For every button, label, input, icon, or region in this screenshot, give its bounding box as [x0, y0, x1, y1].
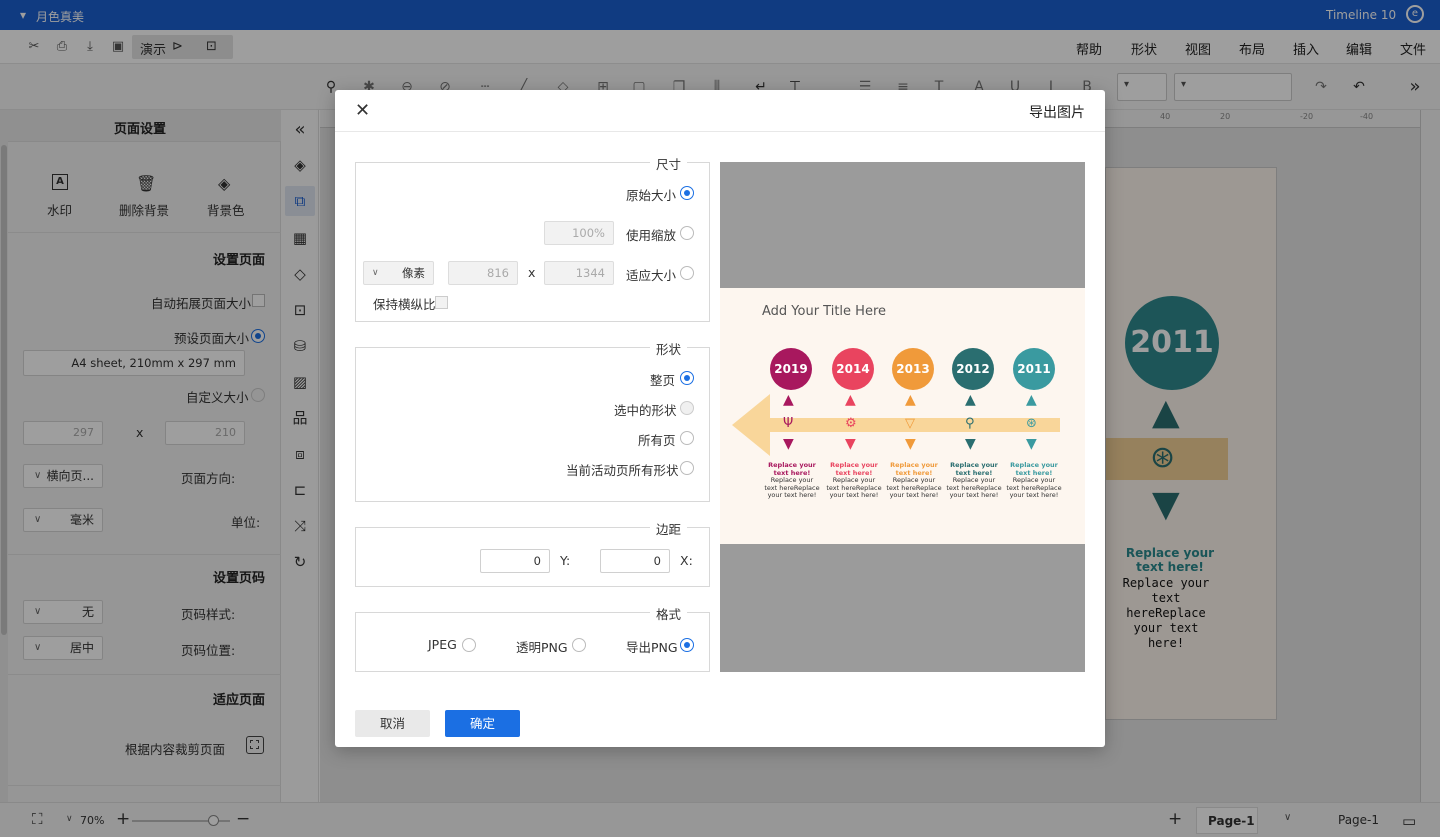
all-pages-radio[interactable]	[680, 431, 694, 445]
use-scale-label: 使用缩放	[626, 228, 677, 243]
original-size-radio[interactable]	[680, 186, 694, 200]
preview-caption-body: Replace your text hereReplace your text …	[764, 476, 820, 499]
export-preview: Add Your Title Here 2011 2012 2013 2014 …	[720, 162, 1085, 672]
times-label: x	[528, 265, 536, 280]
current-page-shapes-radio[interactable]	[680, 461, 694, 475]
year-circle-2012: 2012	[952, 348, 994, 390]
divider	[335, 131, 1105, 132]
preview-caption-body: Replace your text hereReplace your text …	[886, 476, 942, 499]
scale-field[interactable]: 100%	[544, 221, 614, 245]
margin-x-field[interactable]: 0	[600, 549, 670, 573]
fit-size-radio[interactable]	[680, 266, 694, 280]
use-scale-radio[interactable]	[680, 226, 694, 240]
chevron-up-icon: ▲	[845, 392, 856, 408]
year-circle-2011: 2011	[1013, 348, 1055, 390]
unit-value: 像素	[402, 266, 425, 280]
export-width-field[interactable]: 1344	[544, 261, 614, 285]
preview-caption-body: Replace your text hereReplace your text …	[946, 476, 1002, 499]
preview-caption-head: Replace your text here!	[950, 461, 998, 477]
chevron-up-icon: ▲	[905, 392, 916, 408]
close-icon[interactable]: ✕	[355, 100, 370, 121]
shape-fieldset: 形状 整页 选中的形状 所有页 当前活动页所有形状	[355, 339, 710, 502]
all-pages-label: 所有页	[638, 433, 676, 448]
preview-caption-head: Replace your text here!	[768, 461, 816, 477]
jpeg-label: JPEG	[428, 637, 457, 652]
png-label: 导出PNG	[626, 640, 678, 655]
chevron-down-icon: ▼	[783, 436, 794, 452]
preview-title: Add Your Title Here	[762, 304, 887, 319]
ok-button[interactable]: 确定	[445, 710, 520, 737]
margin-fieldset: 边距 X: 0 Y: 0	[355, 519, 710, 587]
export-height-field[interactable]: 816	[448, 261, 518, 285]
keep-ratio-checkbox[interactable]	[435, 296, 448, 309]
year-circle-2014: 2014	[832, 348, 874, 390]
whole-page-label: 整页	[650, 373, 676, 388]
bicycle-icon: ⚲	[965, 416, 975, 431]
size-legend: 尺寸	[650, 154, 688, 173]
preview-caption-body: Replace your text hereReplace your text …	[1006, 476, 1062, 499]
jpeg-radio[interactable]	[462, 638, 476, 652]
keep-ratio-label: 保持横纵比	[373, 297, 436, 312]
original-size-label: 原始大小	[626, 188, 677, 203]
cancel-button[interactable]: 取消	[355, 710, 430, 737]
unit-select[interactable]: ∨ 像素	[363, 261, 434, 285]
margin-x-label: X:	[680, 553, 693, 568]
export-image-dialog: 导出图片 ✕ 尺寸 原始大小 使用缩放 100% 适应大小 1344 x 816…	[335, 90, 1105, 747]
chevron-down-icon: ∨	[372, 268, 379, 278]
basketball-icon: ⊛	[1026, 416, 1037, 431]
year-circle-2019: 2019	[770, 348, 812, 390]
png-radio[interactable]	[680, 638, 694, 652]
whole-page-radio[interactable]	[680, 371, 694, 385]
chevron-down-icon: ▼	[845, 436, 856, 452]
chevron-down-icon: ▼	[1026, 436, 1037, 452]
current-page-shapes-label: 当前活动页所有形状	[566, 463, 679, 478]
transparent-png-label: 透明PNG	[516, 640, 568, 655]
year-circle-2013: 2013	[892, 348, 934, 390]
margin-y-field[interactable]: 0	[480, 549, 550, 573]
size-fieldset: 尺寸 原始大小 使用缩放 100% 适应大小 1344 x 816 ∨ 像素 保…	[355, 154, 710, 322]
chevron-down-icon: ▼	[965, 436, 976, 452]
fit-size-label: 适应大小	[626, 268, 677, 283]
selected-shapes-label: 选中的形状	[614, 403, 677, 418]
margin-legend: 边距	[650, 519, 688, 538]
chevron-up-icon: ▲	[783, 392, 794, 408]
format-fieldset: 格式 导出PNG 透明PNG JPEG	[355, 604, 710, 672]
preview-caption-body: Replace your text hereReplace your text …	[826, 476, 882, 499]
margin-y-label: Y:	[560, 553, 571, 568]
chevron-up-icon: ▲	[1026, 392, 1037, 408]
arrow-head-icon	[732, 394, 770, 456]
shape-legend: 形状	[650, 339, 688, 358]
gear-icon: ⚙	[845, 416, 857, 431]
chevron-up-icon: ▲	[965, 392, 976, 408]
dialog-title: 导出图片	[1029, 105, 1085, 121]
cocktail-icon: ▽	[905, 416, 915, 431]
preview-image: Add Your Title Here 2011 2012 2013 2014 …	[720, 288, 1085, 544]
trident-icon: Ψ	[783, 416, 794, 431]
chevron-down-icon: ▼	[905, 436, 916, 452]
format-legend: 格式	[650, 604, 688, 623]
preview-caption-head: Replace your text here!	[1010, 461, 1058, 477]
selected-shapes-radio[interactable]	[680, 401, 694, 415]
transparent-png-radio[interactable]	[572, 638, 586, 652]
preview-caption-head: Replace your text here!	[890, 461, 938, 477]
preview-caption-head: Replace your text here!	[830, 461, 878, 477]
